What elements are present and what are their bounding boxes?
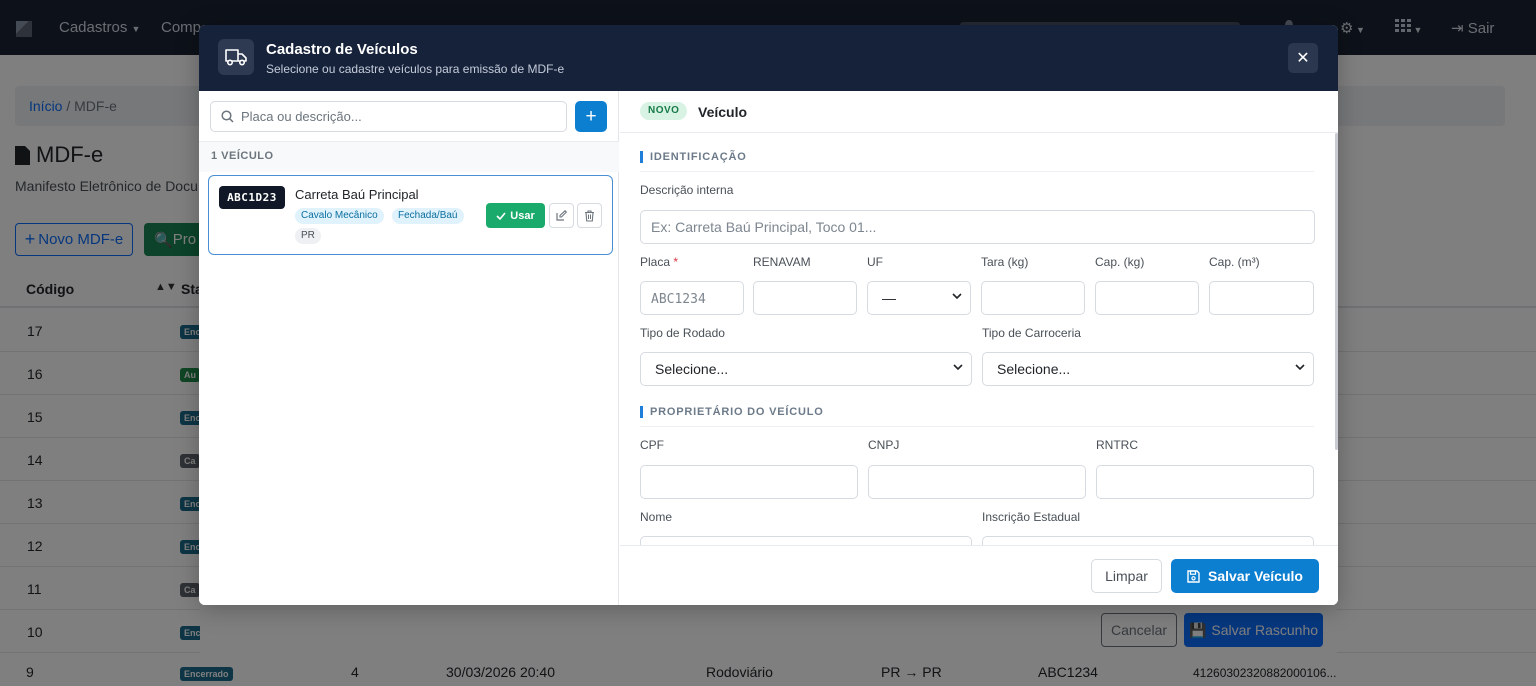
floppy-icon bbox=[1187, 569, 1200, 583]
use-vehicle-label: Usar bbox=[510, 209, 535, 222]
form-footer: Limpar Salvar Veículo bbox=[620, 545, 1338, 605]
section-proprietario-title: PROPRIETÁRIO DO VEÍCULO bbox=[650, 406, 824, 418]
vehicle-plate: ABC1D23 bbox=[219, 186, 285, 209]
form-scrollbar[interactable] bbox=[1335, 133, 1338, 450]
vehicle-form-panel: NOVO Veículo IDENTIFICAÇÃO Descrição int… bbox=[620, 91, 1338, 605]
carroceria-label: Tipo de Carroceria bbox=[982, 326, 1081, 340]
section-identificacao-title: IDENTIFICAÇÃO bbox=[650, 151, 747, 163]
close-icon: ✕ bbox=[1296, 50, 1310, 67]
section-divider bbox=[640, 426, 1314, 427]
uf-label: UF bbox=[867, 255, 883, 269]
modal-subtitle: Selecione ou cadastre veículos para emis… bbox=[266, 62, 565, 76]
delete-vehicle-button[interactable] bbox=[577, 203, 602, 228]
trash-icon bbox=[585, 209, 594, 222]
section-identificacao: IDENTIFICAÇÃO bbox=[640, 151, 747, 163]
chevron-down-icon bbox=[953, 364, 963, 371]
state-registration-label: Inscrição Estadual bbox=[982, 510, 1081, 524]
carroceria-select[interactable]: Selecione... bbox=[982, 352, 1314, 386]
add-vehicle-button[interactable]: + bbox=[575, 101, 607, 132]
description-label: Descrição interna bbox=[640, 183, 734, 197]
use-vehicle-button[interactable]: Usar bbox=[486, 203, 545, 228]
chevron-down-icon bbox=[952, 293, 962, 300]
save-vehicle-label: Salvar Veículo bbox=[1208, 568, 1303, 584]
description-input[interactable] bbox=[640, 210, 1315, 244]
rodado-label: Tipo de Rodado bbox=[640, 326, 725, 340]
check-icon bbox=[496, 211, 506, 220]
carroceria-select-value: Selecione... bbox=[997, 361, 1071, 377]
name-label: Nome bbox=[640, 510, 673, 524]
vehicle-search-input[interactable] bbox=[241, 102, 561, 131]
search-box bbox=[210, 101, 567, 132]
cnpj-input[interactable] bbox=[868, 465, 1086, 499]
vehicle-count: 1 VEÍCULO bbox=[211, 150, 274, 162]
plate-input[interactable] bbox=[640, 281, 744, 315]
vehicle-modal: Cadastro de Veículos Selecione ou cadast… bbox=[199, 25, 1338, 605]
capacity-m3-input[interactable] bbox=[1209, 281, 1314, 315]
rntrc-label: RNTRC bbox=[1096, 438, 1138, 452]
section-marker bbox=[640, 151, 643, 163]
rodado-select[interactable]: Selecione... bbox=[640, 352, 972, 386]
cnpj-label: CNPJ bbox=[868, 438, 900, 452]
new-badge: NOVO bbox=[640, 102, 688, 120]
form-title: Veículo bbox=[698, 104, 748, 120]
save-vehicle-button[interactable]: Salvar Veículo bbox=[1171, 559, 1319, 593]
renavam-label: RENAVAM bbox=[753, 255, 811, 269]
capacity-kg-input[interactable] bbox=[1095, 281, 1199, 315]
chevron-down-icon bbox=[1295, 364, 1305, 371]
vehicle-name: Carreta Baú Principal bbox=[295, 187, 419, 202]
form-header: NOVO Veículo bbox=[620, 91, 1338, 133]
cpf-label: CPF bbox=[640, 438, 664, 452]
capacity-kg-label: Cap. (kg) bbox=[1095, 255, 1145, 269]
uf-select[interactable]: — bbox=[867, 281, 971, 315]
close-button[interactable]: ✕ bbox=[1288, 43, 1318, 73]
search-icon bbox=[221, 110, 234, 123]
tara-label: Tara (kg) bbox=[981, 255, 1029, 269]
plus-icon: + bbox=[585, 105, 597, 127]
capacity-m3-label: Cap. (m³) bbox=[1209, 255, 1260, 269]
vehicle-card[interactable]: ABC1D23 Carreta Baú Principal Cavalo Mec… bbox=[208, 175, 613, 255]
modal-title: Cadastro de Veículos bbox=[266, 41, 418, 58]
section-divider bbox=[640, 171, 1314, 172]
edit-vehicle-button[interactable] bbox=[549, 203, 574, 228]
modal-header: Cadastro de Veículos Selecione ou cadast… bbox=[199, 25, 1338, 91]
section-marker bbox=[640, 406, 643, 418]
edit-icon bbox=[556, 210, 567, 221]
renavam-input[interactable] bbox=[753, 281, 857, 315]
tag-carroceria: Fechada/Baú bbox=[392, 208, 464, 224]
tag-uf: PR bbox=[295, 228, 321, 244]
rntrc-input[interactable] bbox=[1096, 465, 1314, 499]
clear-button[interactable]: Limpar bbox=[1091, 559, 1162, 593]
tara-input[interactable] bbox=[981, 281, 1085, 315]
uf-select-value: — bbox=[882, 290, 896, 306]
tag-rodado: Cavalo Mecânico bbox=[295, 208, 384, 224]
vehicle-list-panel: + 1 VEÍCULO ABC1D23 Carreta Baú Principa… bbox=[199, 91, 619, 605]
cpf-input[interactable] bbox=[640, 465, 858, 499]
required-marker: * bbox=[673, 255, 679, 269]
plate-label-text: Placa bbox=[640, 255, 671, 269]
rodado-select-value: Selecione... bbox=[655, 361, 729, 377]
section-proprietario: PROPRIETÁRIO DO VEÍCULO bbox=[640, 406, 824, 418]
plate-label: Placa * bbox=[640, 255, 678, 269]
truck-icon bbox=[218, 39, 254, 75]
